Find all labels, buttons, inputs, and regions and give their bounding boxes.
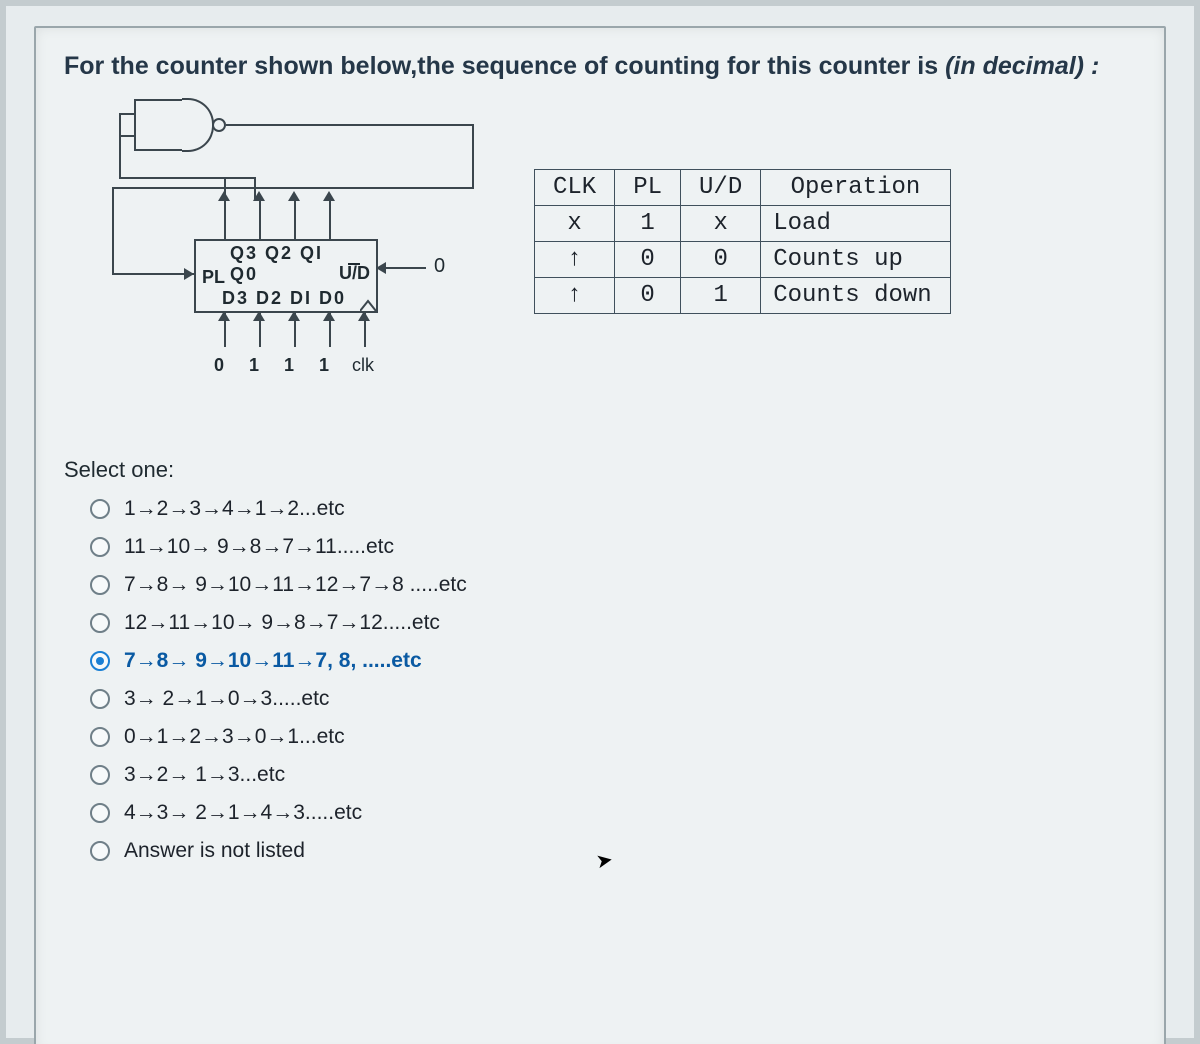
radio-icon[interactable] [90, 613, 110, 633]
option-label: 3→2→ 1→3...etc [124, 763, 285, 787]
radio-icon[interactable] [90, 689, 110, 709]
question-text: For the counter shown below,the sequence… [64, 52, 1136, 81]
select-one-label: Select one: [64, 457, 1136, 483]
tt-cell: Counts up [761, 242, 950, 278]
clk-edge-icon [360, 297, 376, 311]
nand-gate-icon [134, 99, 214, 149]
tt-header: U/D [681, 170, 761, 206]
option-label: 12→11→10→ 9→8→7→12.....etc [124, 611, 440, 635]
tt-cell: 0 [615, 278, 681, 314]
radio-icon[interactable] [90, 651, 110, 671]
tt-cell: 1 [615, 206, 681, 242]
truth-table: CLK PL U/D Operation x 1 x Load ↑ 0 [534, 169, 951, 314]
options-list: 1→2→3→4→1→2...etc 11→10→ 9→8→7→11.....etc… [90, 497, 1136, 863]
option-7[interactable]: 3→2→ 1→3...etc [90, 763, 1136, 787]
option-label: 4→3→ 2→1→4→3.....etc [124, 801, 362, 825]
option-0[interactable]: 1→2→3→4→1→2...etc [90, 497, 1136, 521]
option-5[interactable]: 3→ 2→1→0→3.....etc [90, 687, 1136, 711]
truth-table-grid: CLK PL U/D Operation x 1 x Load ↑ 0 [534, 169, 951, 314]
tt-cell: 1 [681, 278, 761, 314]
option-label: 11→10→ 9→8→7→11.....etc [124, 535, 394, 559]
tt-header: Operation [761, 170, 950, 206]
tt-cell: Load [761, 206, 950, 242]
diagram-row: Q3 Q2 QI Q0 PL U/D D3 D2 DI D0 0 [64, 99, 1136, 419]
chip-inputs-label: D3 D2 DI D0 [222, 288, 352, 309]
option-3[interactable]: 12→11→10→ 9→8→7→12.....etc [90, 611, 1136, 635]
tt-cell: 0 [681, 242, 761, 278]
option-label: 7→8→ 9→10→11→12→7→8 .....etc [124, 573, 467, 597]
tt-cell: ↑ [535, 278, 615, 314]
option-2[interactable]: 7→8→ 9→10→11→12→7→8 .....etc [90, 573, 1136, 597]
tt-cell: x [681, 206, 761, 242]
clk-label: clk [352, 355, 374, 376]
d-values: 0 1 1 1 [214, 355, 339, 376]
option-1[interactable]: 11→10→ 9→8→7→11.....etc [90, 535, 1136, 559]
question-card: For the counter shown below,the sequence… [34, 26, 1166, 1044]
chip-pl-label: PL [202, 267, 225, 288]
option-label: 1→2→3→4→1→2...etc [124, 497, 345, 521]
tt-header: PL [615, 170, 681, 206]
chip-outputs-label: Q3 Q2 QI Q0 [230, 243, 350, 285]
option-label: 7→8→ 9→10→11→7, 8, .....etc [124, 649, 422, 673]
tt-header: CLK [535, 170, 615, 206]
tt-cell: Counts down [761, 278, 950, 314]
radio-icon[interactable] [90, 575, 110, 595]
option-6[interactable]: 0→1→2→3→0→1...etc [90, 725, 1136, 749]
option-9[interactable]: Answer is not listed [90, 839, 1136, 863]
ud-value: 0 [434, 255, 445, 278]
tt-cell: ↑ [535, 242, 615, 278]
radio-icon[interactable] [90, 499, 110, 519]
option-label: 3→ 2→1→0→3.....etc [124, 687, 329, 711]
chip-ud-label: U/D [339, 263, 370, 284]
page-root: For the counter shown below,the sequence… [0, 0, 1200, 1044]
question-prefix: For the counter shown below,the sequence… [64, 52, 945, 80]
tt-cell: x [535, 206, 615, 242]
radio-icon[interactable] [90, 765, 110, 785]
option-4[interactable]: 7→8→ 9→10→11→7, 8, .....etc [90, 649, 1136, 673]
radio-icon[interactable] [90, 803, 110, 823]
radio-icon[interactable] [90, 841, 110, 861]
option-8[interactable]: 4→3→ 2→1→4→3.....etc [90, 801, 1136, 825]
option-label: Answer is not listed [124, 839, 305, 863]
question-italic: (in decimal) : [945, 52, 1099, 80]
option-label: 0→1→2→3→0→1...etc [124, 725, 345, 749]
radio-icon[interactable] [90, 727, 110, 747]
tt-cell: 0 [615, 242, 681, 278]
circuit-diagram: Q3 Q2 QI Q0 PL U/D D3 D2 DI D0 0 [64, 99, 504, 419]
radio-icon[interactable] [90, 537, 110, 557]
counter-chip: Q3 Q2 QI Q0 PL U/D D3 D2 DI D0 [194, 239, 378, 313]
